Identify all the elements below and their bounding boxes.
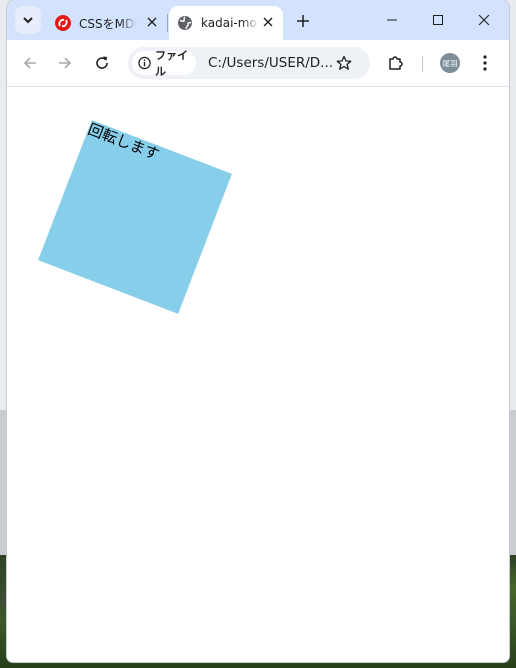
site-info-chip[interactable]: ファイル	[132, 49, 196, 78]
info-icon	[138, 56, 151, 70]
page-viewport: 回転します	[7, 87, 509, 662]
back-button[interactable]	[18, 51, 42, 75]
close-icon	[263, 17, 273, 27]
close-tab-button[interactable]	[145, 15, 159, 29]
reload-button[interactable]	[90, 51, 114, 75]
profile-avatar[interactable]: 尾羽	[440, 53, 460, 73]
plus-icon	[297, 15, 309, 27]
arrow-right-icon	[59, 57, 72, 69]
puzzle-icon	[389, 56, 403, 70]
avatar-initials: 尾羽	[442, 58, 458, 68]
url-text[interactable]: C:/Users/USER/D...	[208, 55, 333, 71]
rotated-box-text: 回転します	[85, 120, 162, 164]
tab-title: kadai-mo	[201, 16, 257, 30]
close-tab-button[interactable]	[261, 15, 275, 29]
security-chip-label: ファイル	[155, 49, 189, 78]
toolbar-divider	[422, 56, 423, 72]
browser-toolbar: ファイル C:/Users/USER/D... 尾羽	[7, 40, 509, 87]
close-window-button[interactable]	[469, 8, 499, 32]
bookmark-button[interactable]	[334, 53, 354, 73]
maximize-icon	[433, 15, 443, 25]
globe-icon	[178, 16, 192, 30]
arrow-left-icon	[23, 57, 36, 69]
minimize-button[interactable]	[377, 8, 407, 32]
minimize-icon	[387, 19, 397, 21]
tab-search-button[interactable]	[15, 6, 41, 34]
new-tab-button[interactable]	[293, 11, 313, 31]
forward-button[interactable]	[53, 51, 77, 75]
menu-button[interactable]	[477, 52, 493, 74]
tab-strip: CSSをMDN kadai-mo	[7, 0, 509, 40]
address-bar[interactable]: ファイル C:/Users/USER/D...	[128, 47, 370, 79]
red-swirl-icon	[55, 15, 71, 31]
close-icon	[478, 14, 490, 26]
maximize-button[interactable]	[423, 8, 453, 32]
reload-icon	[96, 56, 108, 69]
tab-mdn[interactable]: CSSをMDN	[47, 6, 167, 40]
browser-window: CSSをMDN kadai-mo ファイル C:/Users/USER/D...…	[7, 0, 509, 662]
extensions-button[interactable]	[385, 52, 407, 74]
tab-divider	[167, 14, 168, 32]
close-icon	[147, 17, 157, 27]
tab-kadai[interactable]: kadai-mo	[169, 6, 283, 40]
tab-title: CSSをMDN	[79, 16, 137, 31]
chevron-down-icon	[23, 17, 33, 24]
more-vert-icon	[483, 55, 487, 71]
star-icon	[336, 55, 352, 70]
rotated-box: 回転します	[38, 120, 232, 314]
